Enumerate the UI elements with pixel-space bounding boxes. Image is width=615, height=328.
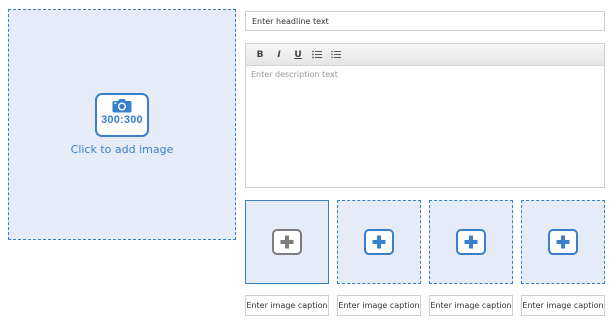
add-image-label[interactable]: Click to add image <box>71 143 174 156</box>
camera-icon <box>112 98 132 113</box>
caption-input-3[interactable] <box>429 295 513 316</box>
caption-input-2[interactable] <box>337 295 421 316</box>
main-image-dropzone[interactable]: 300:300 Click to add image <box>8 9 236 240</box>
caption-input-4[interactable] <box>521 295 605 316</box>
plus-icon <box>364 229 394 255</box>
numbered-list-icon[interactable] <box>328 47 344 63</box>
description-textarea[interactable] <box>246 66 604 187</box>
plus-icon <box>456 229 486 255</box>
caption-input-1[interactable] <box>245 295 329 316</box>
image-size-label: 300:300 <box>101 114 143 126</box>
bold-button[interactable]: B <box>252 47 268 63</box>
plus-icon <box>272 229 302 255</box>
headline-input[interactable] <box>245 11 605 31</box>
editor-toolbar: B I U <box>246 44 604 66</box>
thumbnail-2[interactable] <box>337 200 421 284</box>
bulleted-list-icon[interactable] <box>309 47 325 63</box>
underline-button[interactable]: U <box>290 47 306 63</box>
thumbnail-4[interactable] <box>521 200 605 284</box>
plus-icon <box>548 229 578 255</box>
description-editor: B I U <box>245 43 605 188</box>
image-size-badge: 300:300 <box>95 93 149 137</box>
thumbnail-3[interactable] <box>429 200 513 284</box>
thumbnail-1[interactable] <box>245 200 329 284</box>
italic-button[interactable]: I <box>271 47 287 63</box>
